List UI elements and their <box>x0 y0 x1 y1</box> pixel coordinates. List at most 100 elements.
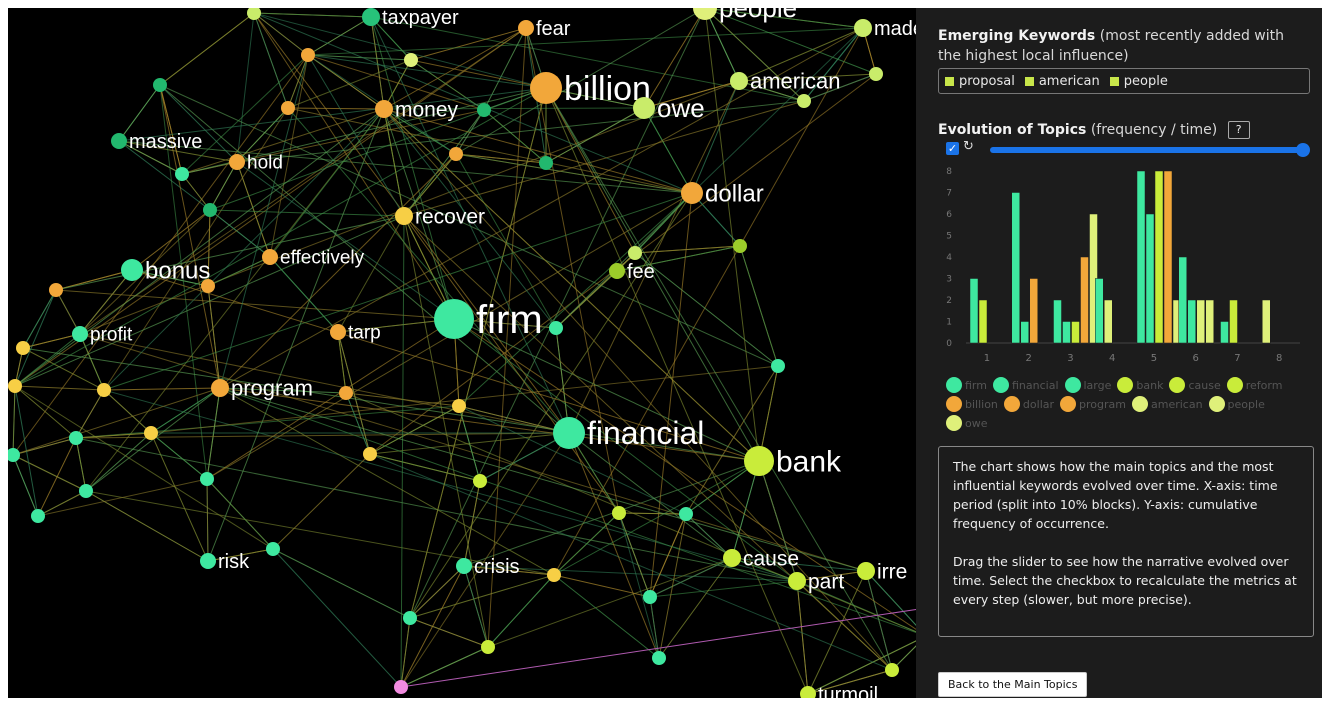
graph-node-crisis[interactable] <box>456 558 472 574</box>
graph-node[interactable] <box>549 321 563 335</box>
graph-node[interactable] <box>144 426 158 440</box>
graph-node[interactable] <box>539 156 553 170</box>
bar-owe[interactable] <box>1205 299 1214 344</box>
bar-financial[interactable] <box>1062 321 1071 344</box>
legend-item-financial[interactable]: financial <box>992 377 1059 393</box>
graph-node[interactable] <box>612 506 626 520</box>
graph-node[interactable] <box>69 431 83 445</box>
graph-node-profit[interactable] <box>72 326 88 342</box>
bar-bank[interactable] <box>1071 321 1080 344</box>
graph-node-bank[interactable] <box>744 446 774 476</box>
bar-bank[interactable] <box>1154 170 1164 344</box>
legend-item-large[interactable]: large <box>1064 377 1111 393</box>
graph-node[interactable] <box>547 568 561 582</box>
graph-node-money[interactable] <box>375 100 393 118</box>
keyword-item[interactable]: american <box>1024 74 1100 89</box>
graph-node[interactable] <box>8 448 20 462</box>
legend-item-billion[interactable]: billion <box>946 396 998 412</box>
graph-node[interactable] <box>628 246 642 260</box>
graph-node-recover[interactable] <box>395 207 413 225</box>
graph-node[interactable] <box>203 203 217 217</box>
graph-node[interactable] <box>79 484 93 498</box>
graph-node-financial[interactable] <box>553 417 585 449</box>
bar-firm[interactable] <box>969 278 979 344</box>
keyword-item[interactable]: proposal <box>945 74 1015 89</box>
recalculate-checkbox[interactable]: ✓ <box>946 142 959 155</box>
graph-node-people[interactable] <box>693 8 717 20</box>
graph-node[interactable] <box>363 447 377 461</box>
bar-firm[interactable] <box>1178 256 1187 344</box>
graph-node-irre[interactable] <box>857 562 875 580</box>
graph-node[interactable] <box>473 474 487 488</box>
bar-firm[interactable] <box>1136 170 1146 344</box>
graph-node[interactable] <box>200 472 214 486</box>
bar-people[interactable] <box>1262 299 1271 344</box>
graph-node-taxpayer[interactable] <box>362 8 380 26</box>
graph-node[interactable] <box>885 663 899 677</box>
graph-node[interactable] <box>679 507 693 521</box>
bar-billion[interactable] <box>1029 278 1038 344</box>
legend-item-owe[interactable]: owe <box>946 415 988 431</box>
bar-firm[interactable] <box>1095 278 1104 344</box>
bar-firm[interactable] <box>1053 299 1062 344</box>
graph-node-cause[interactable] <box>723 549 741 567</box>
time-slider-track[interactable] <box>990 147 1300 153</box>
graph-node-fear[interactable] <box>518 20 534 36</box>
graph-node[interactable] <box>869 67 883 81</box>
legend-item-bank[interactable]: bank <box>1117 377 1163 393</box>
graph-node[interactable] <box>153 78 167 92</box>
graph-node[interactable] <box>97 383 111 397</box>
graph-node[interactable] <box>247 8 261 20</box>
graph-node-american[interactable] <box>730 72 748 90</box>
graph-node[interactable] <box>281 101 295 115</box>
graph-node-billion[interactable] <box>530 72 562 104</box>
legend-item-firm[interactable]: firm <box>946 377 987 393</box>
legend-item-program[interactable]: program <box>1060 396 1126 412</box>
bar-billion[interactable] <box>1163 170 1173 344</box>
graph-node-effectively[interactable] <box>262 249 278 265</box>
graph-node[interactable] <box>403 611 417 625</box>
graph-node-owe[interactable] <box>633 97 655 119</box>
help-button[interactable]: ? <box>1227 121 1250 139</box>
bar-financial[interactable] <box>1145 213 1155 344</box>
graph-node[interactable] <box>31 509 45 523</box>
bar-bank[interactable] <box>978 299 988 344</box>
graph-node[interactable] <box>8 379 22 393</box>
graph-node-risk[interactable] <box>200 553 216 569</box>
back-to-main-topics-button[interactable]: Back to the Main Topics <box>938 672 1088 697</box>
graph-node-hold[interactable] <box>229 154 245 170</box>
bar-people[interactable] <box>1196 299 1205 344</box>
graph-node[interactable] <box>481 640 495 654</box>
graph-node[interactable] <box>404 53 418 67</box>
graph-node[interactable] <box>733 239 747 253</box>
graph-node-bonus[interactable] <box>121 259 143 281</box>
legend-item-american[interactable]: american <box>1131 396 1203 412</box>
legend-item-dollar[interactable]: dollar <box>1003 396 1054 412</box>
graph-node[interactable] <box>301 48 315 62</box>
graph-node[interactable] <box>449 147 463 161</box>
bar-billion[interactable] <box>1080 256 1089 344</box>
graph-node[interactable] <box>477 103 491 117</box>
graph-node[interactable] <box>339 386 353 400</box>
graph-node-turmoil[interactable] <box>800 686 816 698</box>
graph-node-program[interactable] <box>211 379 229 397</box>
graph-node-dollar[interactable] <box>681 182 703 204</box>
legend-item-people[interactable]: people <box>1208 396 1265 412</box>
bar-firm[interactable] <box>1220 321 1229 344</box>
graph-node-fee[interactable] <box>609 263 625 279</box>
graph-node-part[interactable] <box>788 572 806 590</box>
bar-owe[interactable] <box>1104 299 1113 344</box>
graph-node[interactable] <box>16 341 30 355</box>
graph-node-massive[interactable] <box>111 133 127 149</box>
bar-bank[interactable] <box>1229 299 1238 344</box>
bar-firm[interactable] <box>1011 192 1020 344</box>
graph-node-tarp[interactable] <box>330 324 346 340</box>
legend-item-cause[interactable]: cause <box>1169 377 1221 393</box>
graph-node[interactable] <box>394 680 408 694</box>
graph-node[interactable] <box>266 542 280 556</box>
graph-node[interactable] <box>175 167 189 181</box>
legend-item-reform[interactable]: reform <box>1226 377 1282 393</box>
graph-node[interactable] <box>797 94 811 108</box>
graph-node-firm[interactable] <box>434 299 474 339</box>
graph-node-made[interactable] <box>854 19 872 37</box>
